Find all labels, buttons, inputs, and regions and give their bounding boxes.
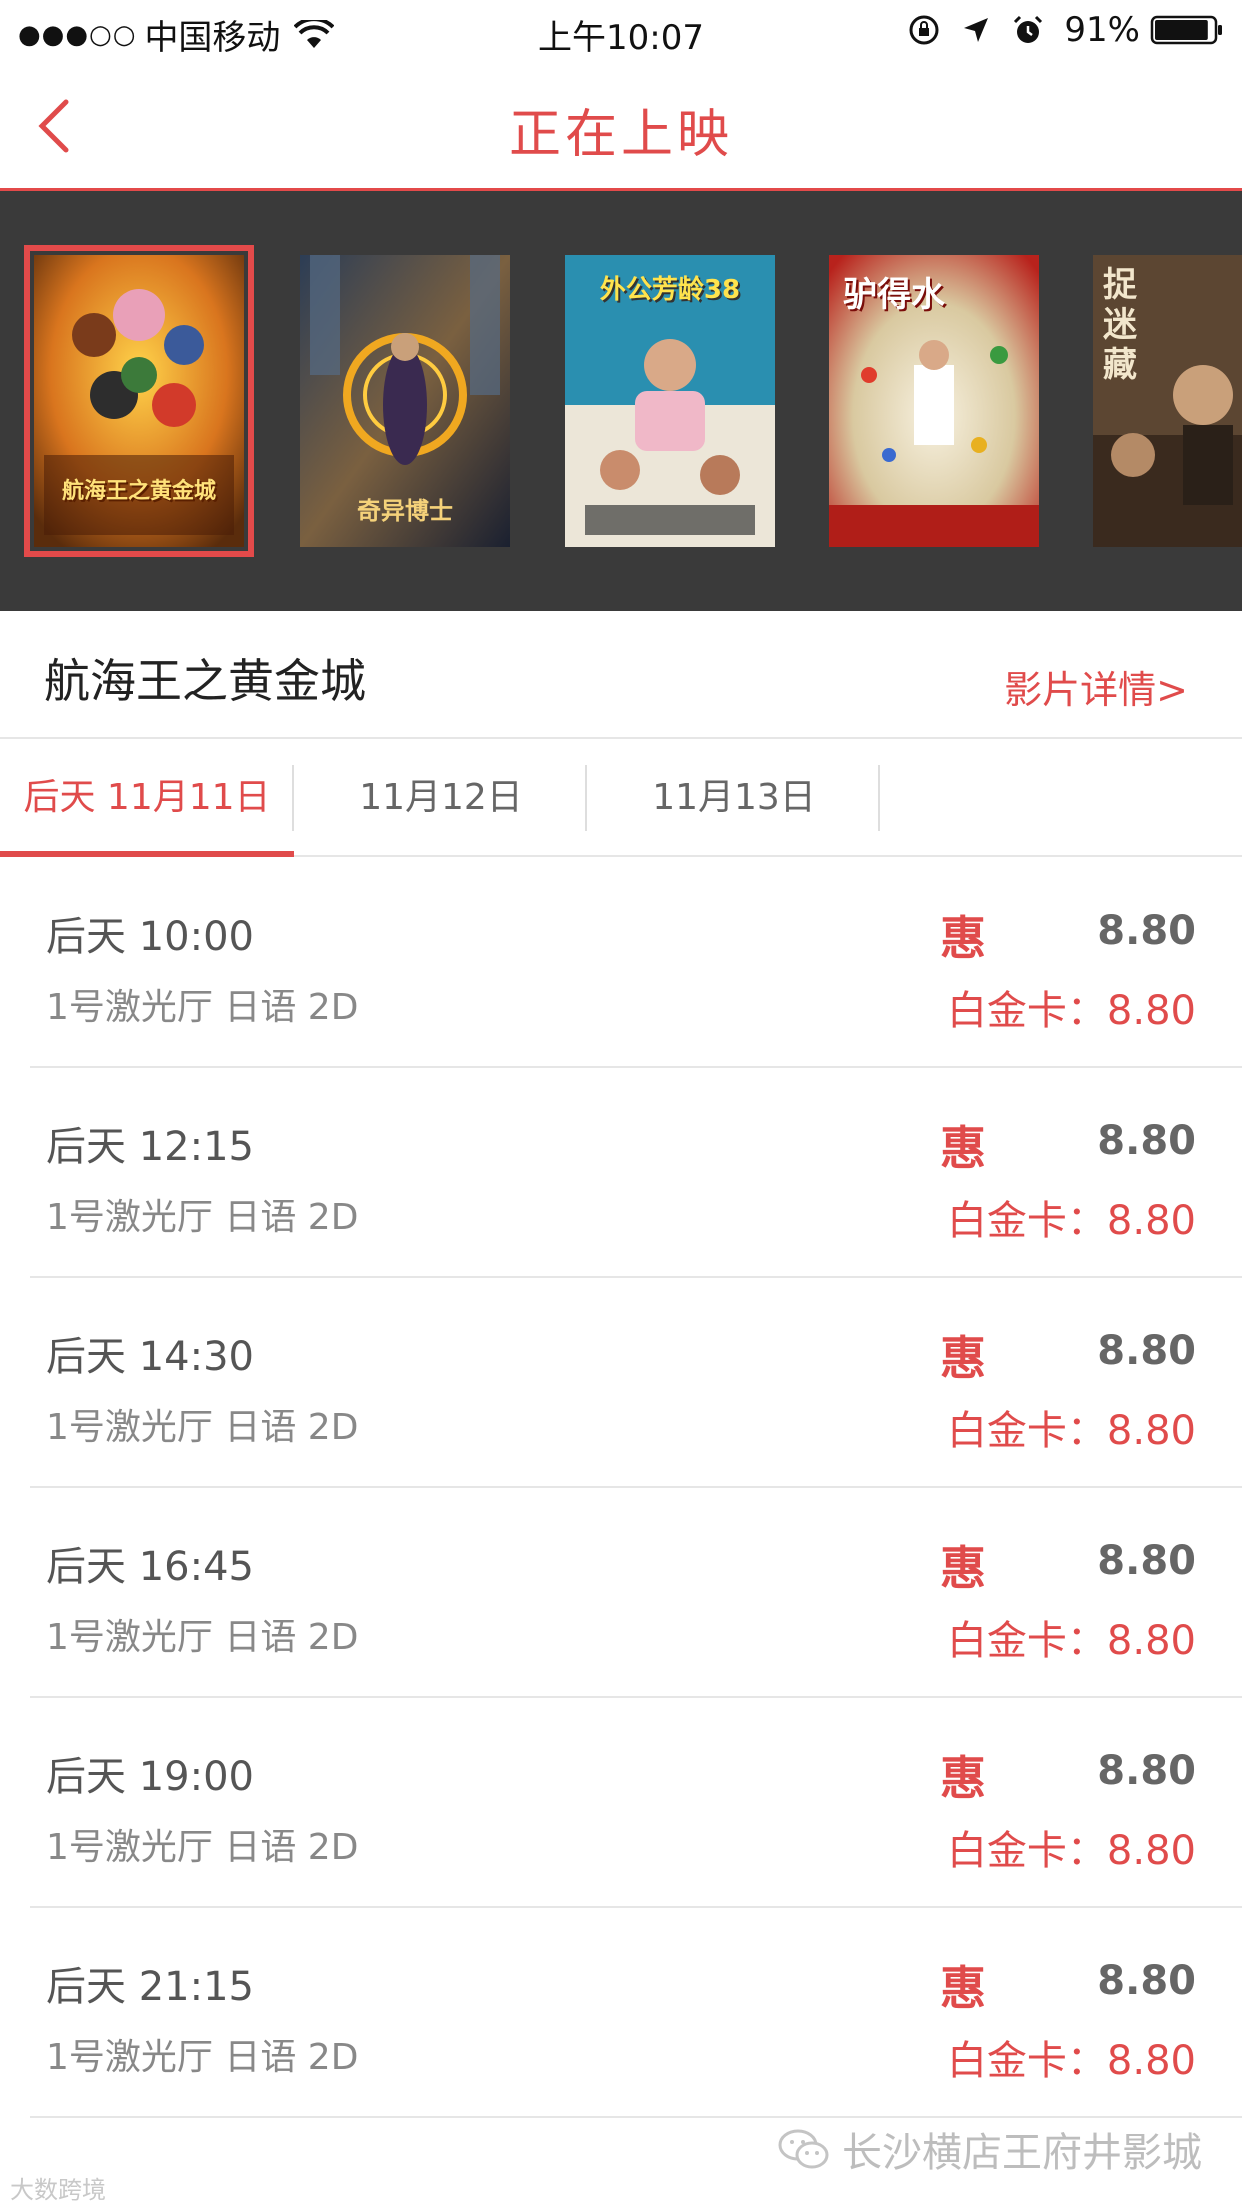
wechat-watermark: 长沙横店王府井影城	[776, 2120, 1202, 2178]
status-right: 91%	[908, 10, 1224, 50]
tab-divider	[878, 765, 880, 831]
orientation-lock-icon	[909, 15, 939, 45]
platinum-card-price: 白金卡：8.80	[946, 1198, 1196, 1244]
date-tabs: 后天 11月11日 11月12日 11月13日	[0, 739, 1242, 857]
poster-title: 奇异博士	[357, 497, 453, 525]
platinum-card-price: 白金卡：8.80	[946, 1618, 1196, 1664]
tab-date-2[interactable]: 11月12日	[294, 739, 588, 855]
showtime-row[interactable]: 后天 12:15 1号激光厅 日语 2D 惠 8.80 白金卡：8.80	[30, 1068, 1242, 1278]
watermark-right-text: 长沙横店王府井影城	[842, 2130, 1202, 2176]
discount-badge: 惠	[940, 1541, 986, 1595]
showtime-time: 后天 14:30	[46, 1334, 254, 1380]
showtime-row[interactable]: 后天 21:15 1号激光厅 日语 2D 惠 8.80 白金卡：8.80	[30, 1908, 1242, 2118]
tab-date-1[interactable]: 后天 11月11日	[0, 739, 294, 857]
poster-item[interactable]: 奇异博士	[300, 255, 510, 547]
showtime-price: 8.80	[1097, 1538, 1196, 1584]
poster-title: 捉迷藏	[1103, 265, 1137, 385]
showtime-row[interactable]: 后天 19:00 1号激光厅 日语 2D 惠 8.80 白金卡：8.80	[30, 1698, 1242, 1908]
location-arrow-icon	[964, 18, 989, 42]
showtime-hall: 1号激光厅 日语 2D	[46, 2037, 359, 2078]
poster-title: 外公芳龄38	[599, 275, 741, 305]
showtime-price: 8.80	[1097, 1748, 1196, 1794]
movie-header: 航海王之黄金城 影片详情>	[0, 611, 1242, 739]
showtime-time: 后天 16:45	[46, 1544, 254, 1590]
showtime-hall: 1号激光厅 日语 2D	[46, 1197, 359, 1238]
battery-percent: 91%	[1064, 10, 1140, 50]
showtime-hall: 1号激光厅 日语 2D	[46, 1407, 359, 1448]
discount-badge: 惠	[940, 1121, 986, 1175]
showtime-row[interactable]: 后天 10:00 1号激光厅 日语 2D 惠 8.80 白金卡：8.80	[30, 858, 1242, 1068]
showtime-hall: 1号激光厅 日语 2D	[46, 1617, 359, 1658]
movie-title: 航海王之黄金城	[44, 654, 366, 708]
discount-badge: 惠	[940, 911, 986, 965]
showtime-price: 8.80	[1097, 1118, 1196, 1164]
showtime-time: 后天 19:00	[46, 1754, 254, 1800]
platinum-card-price: 白金卡：8.80	[946, 988, 1196, 1034]
discount-badge: 惠	[940, 1751, 986, 1805]
showtime-list: 后天 10:00 1号激光厅 日语 2D 惠 8.80 白金卡：8.80 后天 …	[0, 858, 1242, 2118]
poster-item[interactable]: 驴得水	[829, 255, 1039, 547]
poster-item[interactable]: 航海王之黄金城	[24, 245, 254, 557]
nav-bar: 正在上映	[0, 62, 1242, 191]
poster-title: 驴得水	[843, 275, 945, 315]
showtime-row[interactable]: 后天 16:45 1号激光厅 日语 2D 惠 8.80 白金卡：8.80	[30, 1488, 1242, 1698]
showtime-time: 后天 12:15	[46, 1124, 254, 1170]
watermark-left-text: 大数跨境	[10, 2176, 106, 2204]
poster-carousel[interactable]: 航海王之黄金城 奇异博士 外公芳龄38 驴得水 捉迷藏	[0, 191, 1242, 611]
showtime-hall: 1号激光厅 日语 2D	[46, 1827, 359, 1868]
platinum-card-price: 白金卡：8.80	[946, 1408, 1196, 1454]
showtime-hall: 1号激光厅 日语 2D	[46, 987, 359, 1028]
poster-item[interactable]: 捉迷藏	[1093, 255, 1242, 547]
tab-date-3[interactable]: 11月13日	[587, 739, 881, 855]
discount-badge: 惠	[940, 1961, 986, 2015]
alarm-icon	[1014, 15, 1043, 43]
showtime-row[interactable]: 后天 14:30 1号激光厅 日语 2D 惠 8.80 白金卡：8.80	[30, 1278, 1242, 1488]
wechat-icon	[778, 2129, 829, 2169]
showtime-time: 后天 21:15	[46, 1964, 254, 2010]
platinum-card-price: 白金卡：8.80	[946, 2038, 1196, 2084]
page-title: 正在上映	[508, 105, 733, 165]
showtime-price: 8.80	[1097, 1958, 1196, 2004]
showtime-price: 8.80	[1097, 1328, 1196, 1374]
battery-icon	[1150, 15, 1222, 45]
showtime-time: 后天 10:00	[46, 914, 254, 960]
poster-title: 航海王之黄金城	[61, 479, 216, 504]
platinum-card-price: 白金卡：8.80	[946, 1828, 1196, 1874]
status-bar: ●●●○○ 中国移动 上午10:07 91%	[0, 0, 1242, 62]
showtime-price: 8.80	[1097, 908, 1196, 954]
poster-item[interactable]: 外公芳龄38	[565, 255, 775, 547]
discount-badge: 惠	[940, 1331, 986, 1385]
movie-detail-link[interactable]: 影片详情>	[1004, 659, 1188, 714]
